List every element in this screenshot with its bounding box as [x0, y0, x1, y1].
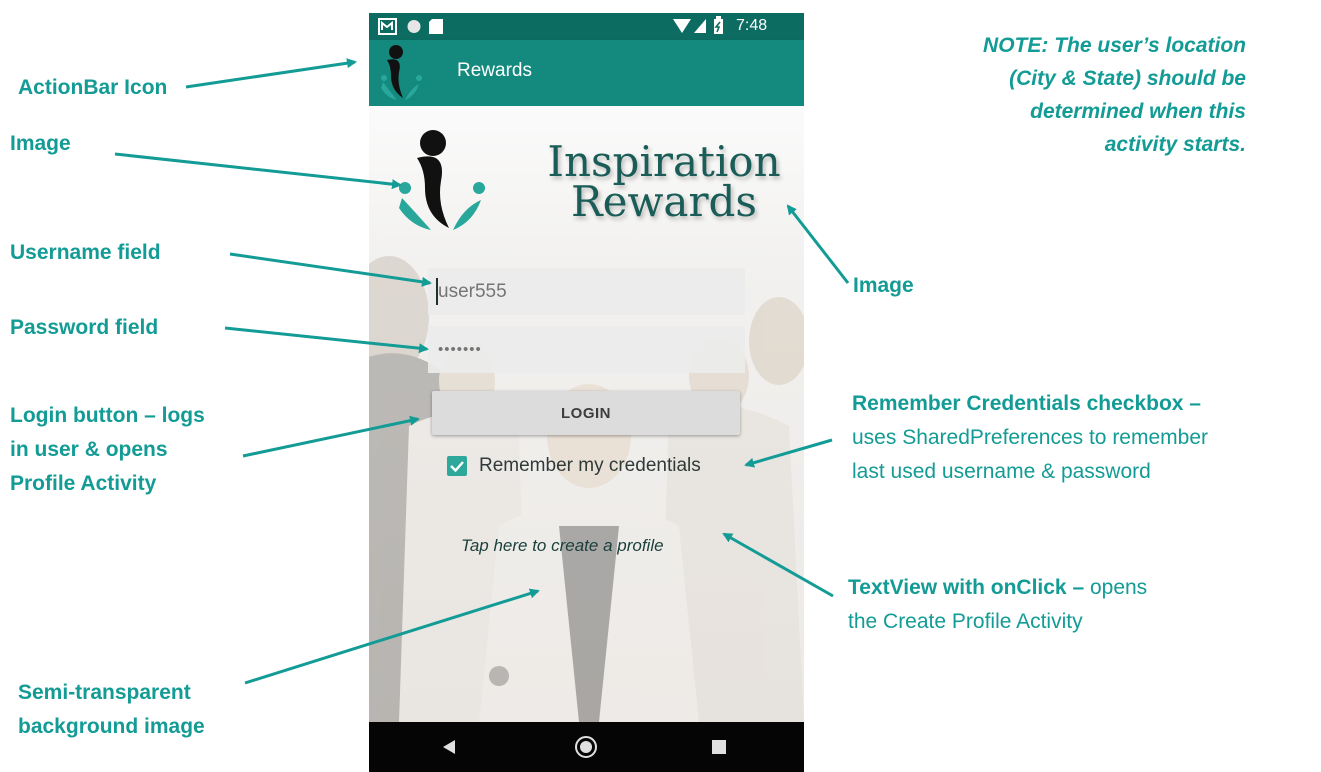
- signal-battery-icons: [673, 16, 723, 34]
- recents-icon[interactable]: [712, 740, 726, 754]
- home-icon[interactable]: [574, 735, 598, 759]
- annotation-remember-checkbox: Remember Credentials checkbox – uses Sha…: [852, 392, 1209, 483]
- checkbox-checked-icon[interactable]: [447, 456, 467, 476]
- login-button[interactable]: LOGIN: [432, 391, 740, 435]
- annotation-username-field: Username field: [10, 241, 161, 264]
- arrow-actionbar-icon: [185, 58, 357, 89]
- remember-credentials-checkbox[interactable]: Remember my credentials: [447, 451, 701, 481]
- login-content: Inspiration Rewards LOGIN Remember my cr…: [369, 106, 804, 722]
- note-location: NOTE: The user’s location (City & State)…: [983, 34, 1246, 156]
- inspiration-logo-icon: [381, 45, 422, 100]
- actionbar-title: Rewards: [457, 60, 532, 81]
- arrow-image-left: [114, 152, 402, 190]
- annotation-image-right: Image: [853, 274, 914, 297]
- inspiration-rewards-logo-icon: [399, 130, 485, 230]
- status-time: 7:48: [736, 17, 768, 34]
- phone-screen: 7:48 Rewards Inspiration Rewards user555…: [369, 13, 804, 772]
- logo-text: Inspiration Rewards: [547, 137, 781, 226]
- username-input[interactable]: [428, 268, 745, 315]
- text-caret: [436, 278, 438, 305]
- annotation-textview: TextView with onClick – opens the Create…: [848, 576, 1148, 633]
- create-profile-link[interactable]: Tap here to create a profile: [461, 536, 664, 556]
- annotation-actionbar-icon: ActionBar Icon: [18, 76, 168, 99]
- password-input[interactable]: [428, 326, 745, 373]
- remember-credentials-label: Remember my credentials: [479, 455, 701, 476]
- navigation-bar: [369, 722, 804, 772]
- back-icon[interactable]: [441, 739, 457, 755]
- annotation-background-image: Semi-transparent background image: [18, 681, 205, 738]
- action-bar: Rewards: [369, 40, 804, 106]
- status-bar: 7:48: [369, 13, 804, 40]
- annotation-image-left: Image: [10, 132, 71, 155]
- status-notification-icons: [378, 18, 443, 35]
- annotation-login-button: Login button – logs in user & opens Prof…: [10, 404, 205, 495]
- annotation-password-field: Password field: [10, 316, 159, 339]
